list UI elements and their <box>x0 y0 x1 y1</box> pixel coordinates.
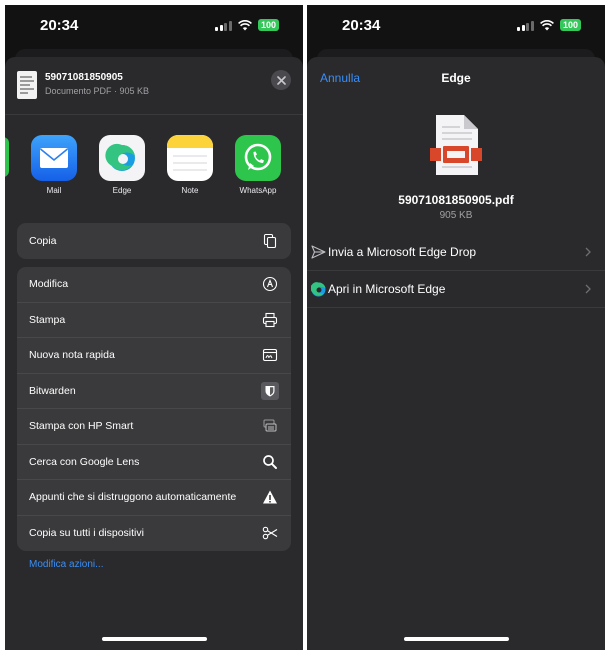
share-app-edge[interactable]: Edge <box>91 135 153 195</box>
warning-icon <box>261 488 279 506</box>
notes-icon <box>167 135 213 181</box>
option-label: Apri in Microsoft Edge <box>328 282 446 296</box>
share-app-whatsapp[interactable]: WhatsApp <box>227 135 289 195</box>
chevron-right-icon <box>585 284 591 294</box>
edit-actions-link[interactable]: Modifica azioni... <box>29 559 103 570</box>
app-label: WhatsApp <box>239 186 277 195</box>
wifi-icon <box>238 19 252 31</box>
cellular-signal-icon <box>215 20 232 31</box>
share-app-mail[interactable]: Mail <box>23 135 85 195</box>
pdf-file-icon <box>430 113 482 177</box>
action-quick-note[interactable]: Nuova nota rapida <box>17 338 291 374</box>
status-bar: 20:34 100 <box>5 5 303 49</box>
send-to-edge-drop-option[interactable]: Invia a Microsoft Edge Drop <box>307 234 605 271</box>
copy-group: Copia <box>17 223 291 259</box>
bitwarden-shield-icon <box>261 381 279 400</box>
status-time: 20:34 <box>342 17 381 34</box>
chevron-right-icon <box>585 247 591 257</box>
app-label: Mail <box>46 186 62 195</box>
mail-icon <box>31 135 77 181</box>
file-name: 59071081850905.pdf <box>398 193 514 207</box>
pdf-thumbnail-icon <box>17 71 37 99</box>
copy-icon <box>261 232 279 250</box>
app-label: Edge <box>112 186 132 195</box>
status-time: 20:34 <box>40 17 79 34</box>
copy-label: Copia <box>29 234 57 247</box>
action-label: Nuova nota rapida <box>29 349 115 362</box>
share-sheet-screen: 20:34 100 59071081850905 Documento PDF ·… <box>5 5 303 650</box>
close-icon <box>276 75 286 85</box>
edge-icon <box>310 281 326 297</box>
status-bar: 20:34 100 <box>307 5 605 49</box>
scissors-icon <box>261 524 279 542</box>
share-header: 59071081850905 Documento PDF · 905 KB <box>5 57 303 115</box>
copy-action[interactable]: Copia <box>17 223 291 259</box>
edge-options-list: Invia a Microsoft Edge Drop Apri in Micr… <box>307 234 605 308</box>
file-meta: Documento PDF · 905 KB <box>45 86 150 96</box>
open-in-edge-option[interactable]: Apri in Microsoft Edge <box>307 271 605 308</box>
action-label: Stampa con HP Smart <box>29 420 134 433</box>
home-indicator[interactable] <box>404 637 509 641</box>
battery-indicator: 100 <box>559 19 581 31</box>
wifi-icon <box>540 19 554 31</box>
action-self-destruct-clipboard[interactable]: Appunti che si distruggono automaticamen… <box>17 480 291 516</box>
option-label: Invia a Microsoft Edge Drop <box>328 245 477 259</box>
edge-icon <box>99 135 145 181</box>
action-hp-smart[interactable]: Stampa con HP Smart <box>17 409 291 445</box>
app-label: Note <box>181 186 199 195</box>
action-print[interactable]: Stampa <box>17 303 291 338</box>
printer-icon <box>261 311 279 329</box>
markup-icon <box>261 275 279 293</box>
close-button[interactable] <box>271 70 291 90</box>
home-indicator[interactable] <box>102 637 207 641</box>
action-copy-all-devices[interactable]: Copia su tutti i dispositivi <box>17 516 291 552</box>
edge-share-sheet: Annulla Edge 59071081850905.pdf 905 KB I… <box>307 57 605 650</box>
action-google-lens[interactable]: Cerca con Google Lens <box>17 445 291 480</box>
action-label: Modifica <box>29 278 69 291</box>
app-share-row: Mail Edge Note WhatsApp <box>5 135 303 205</box>
action-markup[interactable]: Modifica <box>17 267 291 303</box>
share-app-notes[interactable]: Note <box>159 135 221 195</box>
quick-note-icon <box>261 346 279 364</box>
battery-indicator: 100 <box>257 19 279 31</box>
action-label: Bitwarden <box>29 384 76 397</box>
action-label: Appunti che si distruggono automaticamen… <box>29 491 237 504</box>
file-size: 905 KB <box>439 210 473 221</box>
action-label: Copia su tutti i dispositivi <box>29 527 144 540</box>
edge-share-screen: 20:34 100 Annulla Edge 59071081850905.pd… <box>307 5 605 650</box>
cellular-signal-icon <box>517 20 534 31</box>
action-bitwarden[interactable]: Bitwarden <box>17 374 291 409</box>
search-icon <box>261 453 279 471</box>
action-label: Cerca con Google Lens <box>29 455 140 468</box>
file-name: 59071081850905 <box>45 72 123 83</box>
hp-print-icon <box>261 417 279 435</box>
whatsapp-icon <box>235 135 281 181</box>
sheet-title: Edge <box>441 71 471 85</box>
actions-group: Modifica Stampa Nuova nota rapida Bitwar… <box>17 267 291 551</box>
send-icon <box>310 244 326 260</box>
share-sheet: 59071081850905 Documento PDF · 905 KB Ma… <box>5 57 303 650</box>
action-label: Stampa <box>29 313 66 326</box>
